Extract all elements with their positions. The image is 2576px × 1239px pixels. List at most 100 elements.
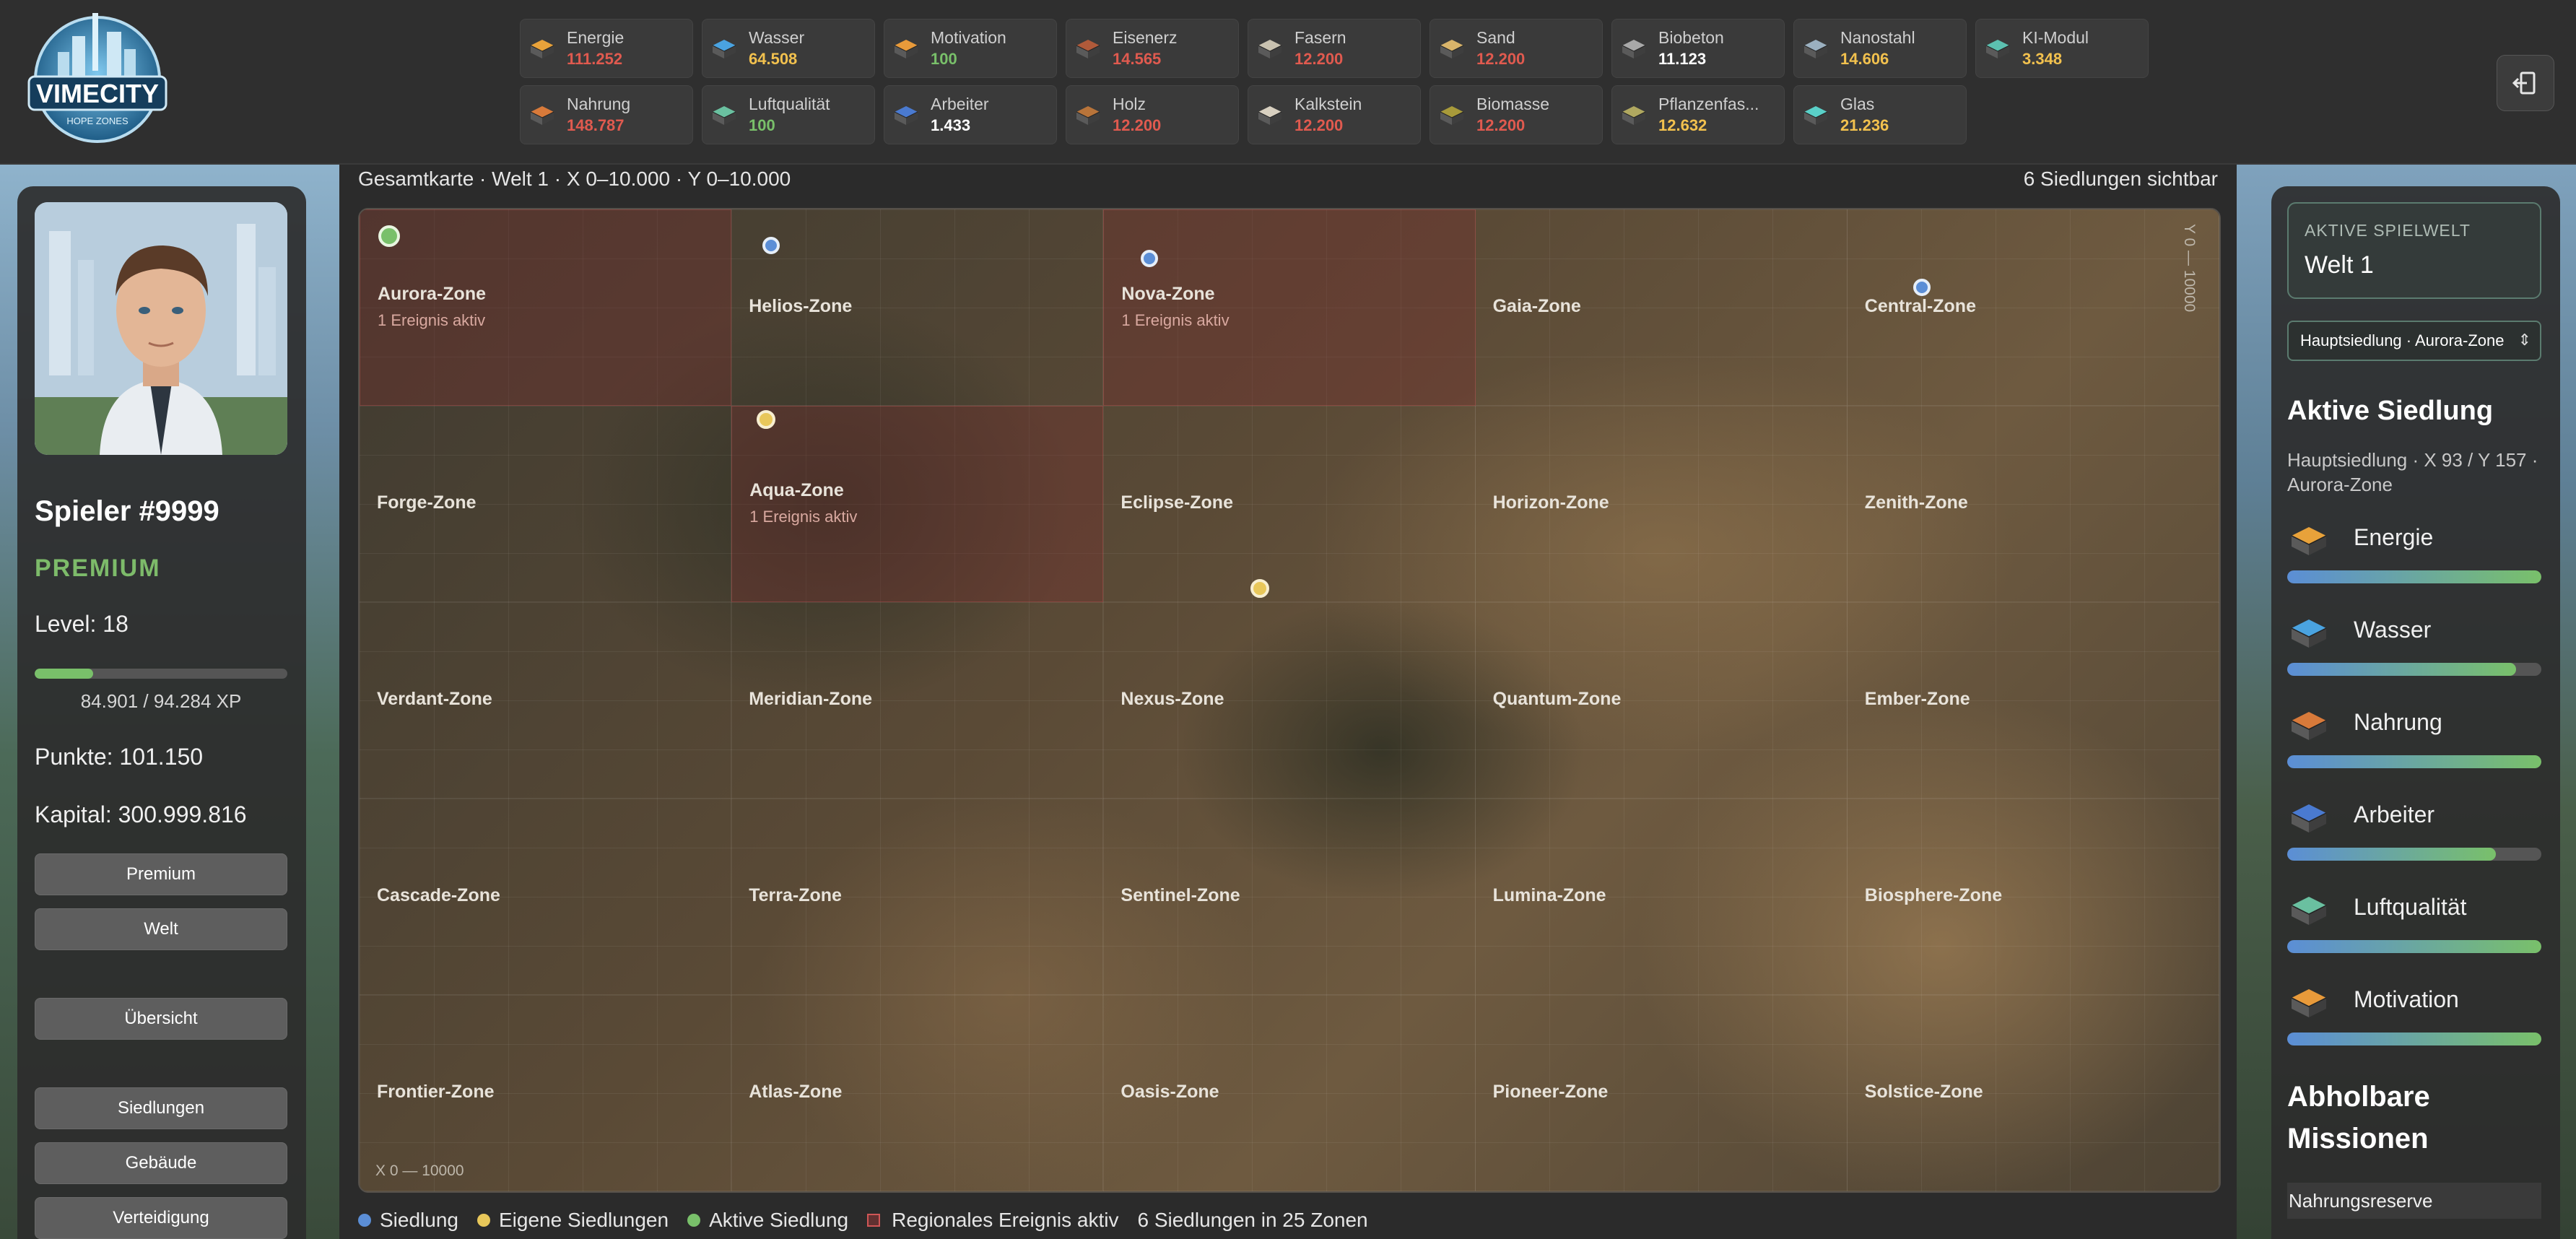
player-name: Spieler #9999 (35, 495, 219, 527)
legend-settlement-label: Siedlung (380, 1209, 458, 1231)
own-settlement-marker[interactable] (757, 410, 775, 429)
resource-biomass[interactable]: Biomasse 12.200 (1430, 85, 1603, 144)
zone-nexus-zone[interactable]: Nexus-Zone (1103, 602, 1476, 799)
logout-icon (2512, 71, 2536, 95)
own-settlement-marker[interactable] (1250, 579, 1269, 598)
resource-motivation[interactable]: Motivation 100 (884, 19, 1057, 78)
resource-glass[interactable]: Glas 21.236 (1793, 85, 1967, 144)
resource-wood[interactable]: Holz 12.200 (1066, 85, 1239, 144)
resource-iron-ore[interactable]: Eisenerz 14.565 (1066, 19, 1239, 78)
nav-button-premium[interactable]: Premium (35, 853, 287, 895)
resource-name: Glas (1840, 95, 1875, 113)
zone-aurora-zone[interactable]: Aurora-Zone 1 Ereignis aktiv (360, 209, 732, 406)
resource-name: Nahrung (567, 95, 631, 113)
zone-helios-zone[interactable]: Helios-Zone (731, 209, 1104, 406)
resource-value: 148.787 (567, 116, 625, 134)
resource-name: Luftqualität (749, 95, 830, 113)
zone-oasis-zone[interactable]: Oasis-Zone (1103, 995, 1476, 1191)
resource-value: 111.252 (567, 50, 623, 68)
vimecity-logo[interactable]: VIMECITY HOPE ZONES (22, 7, 173, 152)
zone-event-text: 1 Ereignis aktiv (1121, 311, 1230, 329)
resource-value: 100 (931, 50, 957, 68)
player-level: Level: 18 (35, 611, 129, 637)
yellow-dot-icon (477, 1214, 490, 1227)
settlement-marker[interactable] (1913, 279, 1931, 296)
zone-ember-zone[interactable]: Ember-Zone (1847, 602, 2219, 799)
resource-energy[interactable]: Energie 111.252 (520, 19, 693, 78)
nav-button-gebaeude[interactable]: Gebäude (35, 1142, 287, 1184)
nav-button-siedlungen[interactable]: Siedlungen (35, 1087, 287, 1129)
zone-name: Central-Zone (1864, 296, 1976, 316)
stat-bar-fill (2287, 755, 2541, 768)
settlement-panel: AKTIVE SPIELWELT Welt 1 Hauptsiedlung · … (2271, 186, 2560, 1239)
zone-name: Nexus-Zone (1121, 689, 1224, 709)
resource-workers[interactable]: Arbeiter 1.433 (884, 85, 1057, 144)
resource-food[interactable]: Nahrung 148.787 (520, 85, 693, 144)
water-crate-icon (2287, 611, 2335, 651)
zone-sentinel-zone[interactable]: Sentinel-Zone (1103, 799, 1476, 995)
active-settlement-marker[interactable] (378, 225, 400, 247)
zone-lumina-zone[interactable]: Lumina-Zone (1475, 799, 1848, 995)
logout-button[interactable] (2497, 55, 2554, 111)
stat-label: Luftqualität (2354, 894, 2467, 920)
nav-button-verteidigung[interactable]: Verteidigung (35, 1197, 287, 1239)
zone-name: Meridian-Zone (749, 689, 873, 709)
settlement-marker[interactable] (762, 237, 780, 254)
active-settlement-title: Aktive Siedlung (2287, 396, 2494, 426)
world-map[interactable]: Aurora-Zone 1 Ereignis aktiv Helios-Zone No… (358, 208, 2221, 1193)
resource-sand[interactable]: Sand 12.200 (1430, 19, 1603, 78)
nav-button-welt[interactable]: Welt (35, 908, 287, 950)
zone-forge-zone[interactable]: Forge-Zone (360, 406, 732, 602)
zone-gaia-zone[interactable]: Gaia-Zone (1475, 209, 1848, 406)
zone-name: Cascade-Zone (377, 885, 500, 905)
resource-name: Eisenerz (1113, 28, 1178, 47)
resource-ai-module[interactable]: KI-Modul 3.348 (1975, 19, 2149, 78)
resource-nanosteel[interactable]: Nanostahl 14.606 (1793, 19, 1967, 78)
zone-quantum-zone[interactable]: Quantum-Zone (1475, 602, 1848, 799)
zone-nova-zone[interactable]: Nova-Zone 1 Ereignis aktiv (1103, 209, 1476, 406)
settlement-select[interactable]: Hauptsiedlung · Aurora-Zone ⇕ (2287, 321, 2541, 361)
map-legend: Siedlung Eigene Siedlungen Aktive Siedlu… (358, 1207, 1387, 1233)
legend-summary-label: 6 Siedlungen in 25 Zonen (1137, 1209, 1368, 1231)
resource-biobeton[interactable]: Biobeton 11.123 (1611, 19, 1785, 78)
resource-value: 11.123 (1658, 50, 1707, 68)
resource-water[interactable]: Wasser 64.508 (702, 19, 875, 78)
settlement-select-value: Hauptsiedlung · Aurora-Zone (2300, 331, 2505, 349)
nav-button-uebersicht[interactable]: Übersicht (35, 998, 287, 1040)
resource-air-quality[interactable]: Luftqualität 100 (702, 85, 875, 144)
zone-name: Forge-Zone (377, 492, 477, 513)
resource-value: 1.433 (931, 116, 971, 134)
zone-atlas-zone[interactable]: Atlas-Zone (731, 995, 1104, 1191)
resource-value: 3.348 (2022, 50, 2063, 68)
zone-verdant-zone[interactable]: Verdant-Zone (360, 602, 732, 799)
zone-horizon-zone[interactable]: Horizon-Zone (1475, 406, 1848, 602)
zone-name: Ember-Zone (1864, 689, 1970, 709)
zone-solstice-zone[interactable]: Solstice-Zone (1847, 995, 2219, 1191)
zone-central-zone[interactable]: Central-Zone (1847, 209, 2219, 406)
zone-terra-zone[interactable]: Terra-Zone (731, 799, 1104, 995)
zone-meridian-zone[interactable]: Meridian-Zone (731, 602, 1104, 799)
zone-zenith-zone[interactable]: Zenith-Zone (1847, 406, 2219, 602)
player-avatar[interactable] (35, 202, 287, 455)
resource-limestone[interactable]: Kalkstein 12.200 (1248, 85, 1421, 144)
stat-bar-fill (2287, 663, 2516, 676)
settlement-marker[interactable] (1141, 250, 1158, 267)
zone-aqua-zone[interactable]: Aqua-Zone 1 Ereignis aktiv (731, 406, 1104, 602)
resource-fiber[interactable]: Fasern 12.200 (1248, 19, 1421, 78)
iron-ore-crate-icon (1074, 34, 1102, 63)
zone-pioneer-zone[interactable]: Pioneer-Zone (1475, 995, 1848, 1191)
logo-subtext: HOPE ZONES (66, 116, 129, 126)
zone-name: Horizon-Zone (1492, 492, 1609, 513)
zone-eclipse-zone[interactable]: Eclipse-Zone (1103, 406, 1476, 602)
stat-nahrung: Nahrung (2287, 703, 2541, 775)
zone-name: Sentinel-Zone (1121, 885, 1240, 905)
top-bar: VIMECITY HOPE ZONES Energie 111.252 Wasser… (0, 0, 2576, 165)
resource-plant-fiber[interactable]: Pflanzenfas... 12.632 (1611, 85, 1785, 144)
resource-value: 14.565 (1113, 50, 1162, 68)
zone-cascade-zone[interactable]: Cascade-Zone (360, 799, 732, 995)
zone-biosphere-zone[interactable]: Biosphere-Zone (1847, 799, 2219, 995)
resource-name: Sand (1476, 28, 1515, 47)
mission-item[interactable]: Nahrungsreserve (2287, 1183, 2541, 1219)
zone-name: Nova-Zone (1121, 284, 1215, 304)
active-world-box[interactable]: AKTIVE SPIELWELT Welt 1 (2287, 202, 2541, 299)
